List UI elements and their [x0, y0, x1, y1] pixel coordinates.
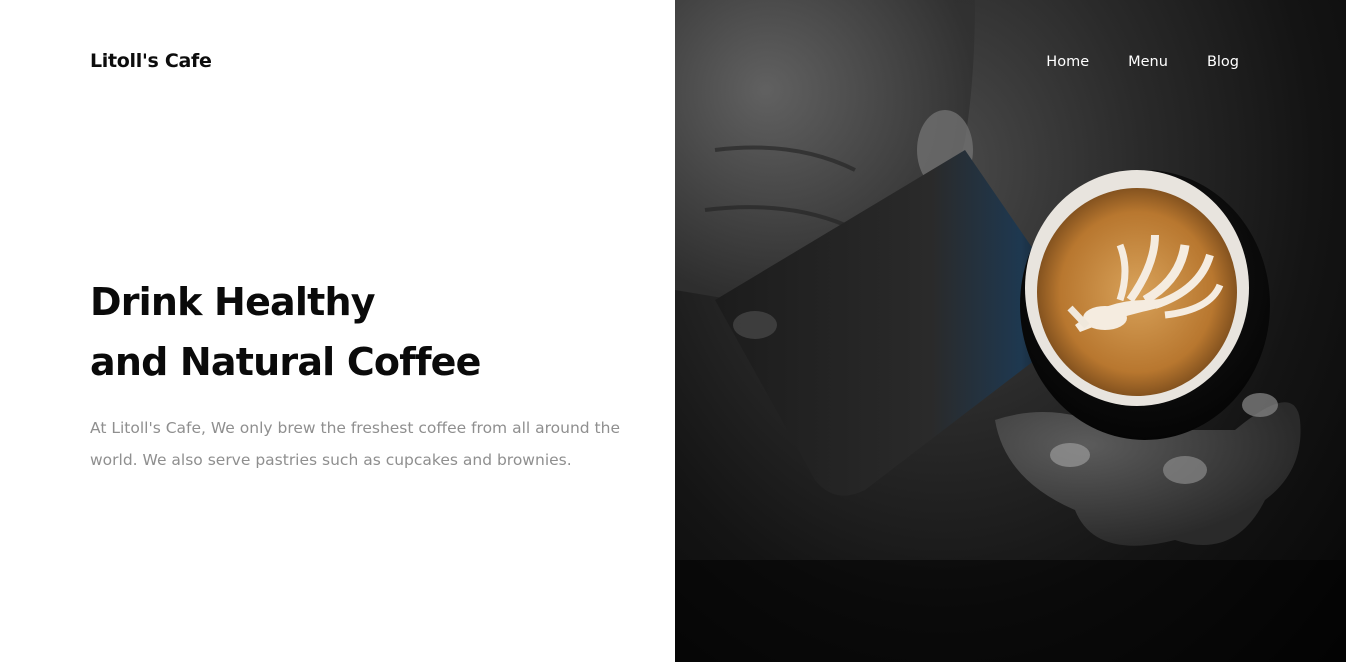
- brand-logo[interactable]: Litoll's Cafe: [90, 50, 212, 72]
- latte-art-photo: [675, 0, 1346, 662]
- hero-text-panel: Litoll's Cafe Drink Healthy and Natural …: [0, 0, 675, 662]
- hero-headline-line-1: Drink Healthy: [90, 280, 376, 324]
- hero-description: At Litoll's Cafe, We only brew the fresh…: [90, 419, 620, 469]
- nav-item-blog[interactable]: Blog: [1207, 54, 1239, 70]
- hero-headline: Drink Healthy and Natural Coffee: [90, 272, 481, 392]
- main-nav: Home Menu Blog: [1046, 54, 1239, 70]
- hero-image-panel: Home Menu Blog: [675, 0, 1346, 662]
- nav-item-menu[interactable]: Menu: [1128, 54, 1168, 70]
- hero-headline-line-2: and Natural Coffee: [90, 340, 481, 384]
- nav-item-home[interactable]: Home: [1046, 54, 1089, 70]
